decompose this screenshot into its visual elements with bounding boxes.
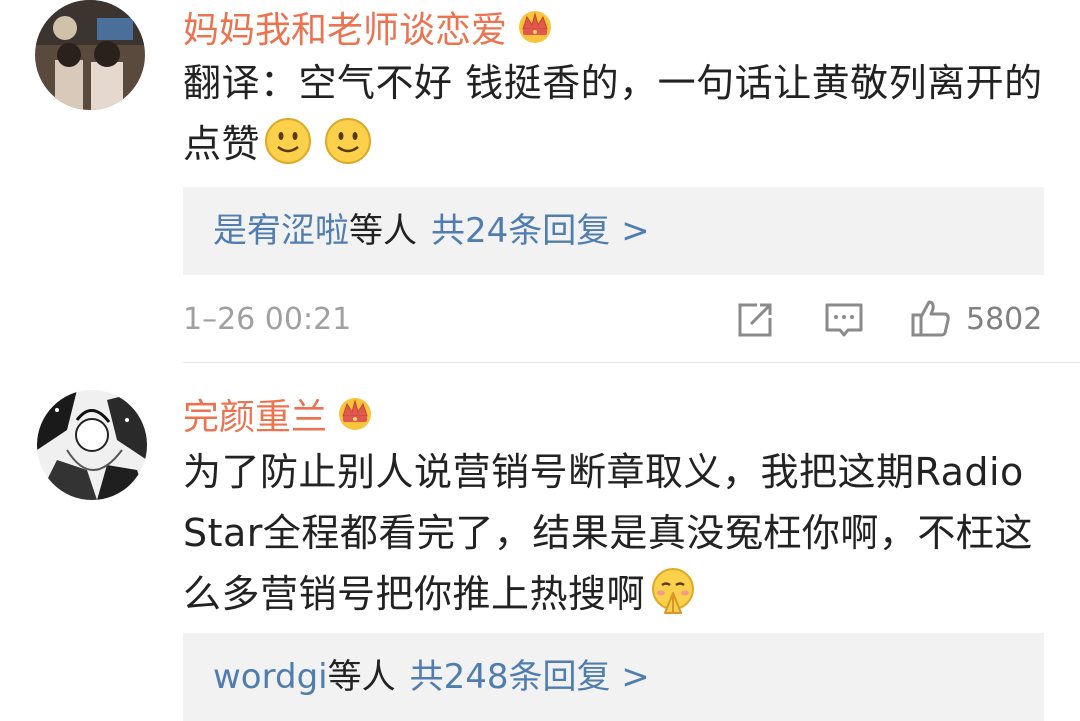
avatar[interactable] [37, 390, 147, 500]
comment-icon[interactable] [824, 300, 864, 344]
comment-timestamp: 1–26 00:21 [183, 302, 352, 337]
crown-icon [515, 5, 555, 56]
username-text[interactable]: 妈妈我和老师谈恋爱 [183, 9, 507, 53]
reply-mid-text: 等人 [327, 657, 396, 697]
username-text[interactable]: 完颜重兰 [183, 396, 327, 440]
comment-text: 翻译：空气不好 钱挺香的，一句话让黄敬列离开的点赞 [183, 53, 1053, 183]
comment-text: 为了防止别人说营销号断章取义，我把这期Radio Star全程都看完了，结果是真… [183, 442, 1053, 633]
reply-users[interactable]: wordgi [213, 657, 328, 697]
like-count: 5802 [966, 302, 1043, 337]
username[interactable]: 妈妈我和老师谈恋爱 [183, 5, 555, 56]
reply-mid-text: 等人 [349, 211, 417, 251]
smile-emoji [264, 117, 312, 183]
reply-summary[interactable]: wordgi等人 共248条回复 > [183, 633, 1044, 721]
share-icon[interactable] [735, 300, 775, 344]
reply-count-link[interactable]: 共24条回复 > [431, 211, 650, 251]
pray-emoji [649, 567, 697, 633]
reply-users[interactable]: 是宥涩啦 [213, 211, 349, 251]
reply-count-link[interactable]: 共248条回复 > [410, 657, 650, 697]
avatar[interactable] [35, 0, 145, 110]
username[interactable]: 完颜重兰 [183, 392, 375, 443]
comment-body: 为了防止别人说营销号断章取义，我把这期Radio Star全程都看完了，结果是真… [183, 450, 1033, 616]
reply-summary[interactable]: 是宥涩啦等人 共24条回复 > [183, 187, 1044, 275]
thumbs-up-icon[interactable] [910, 297, 952, 343]
divider [183, 362, 1080, 363]
smile-emoji [324, 117, 372, 183]
crown-icon [335, 392, 375, 443]
